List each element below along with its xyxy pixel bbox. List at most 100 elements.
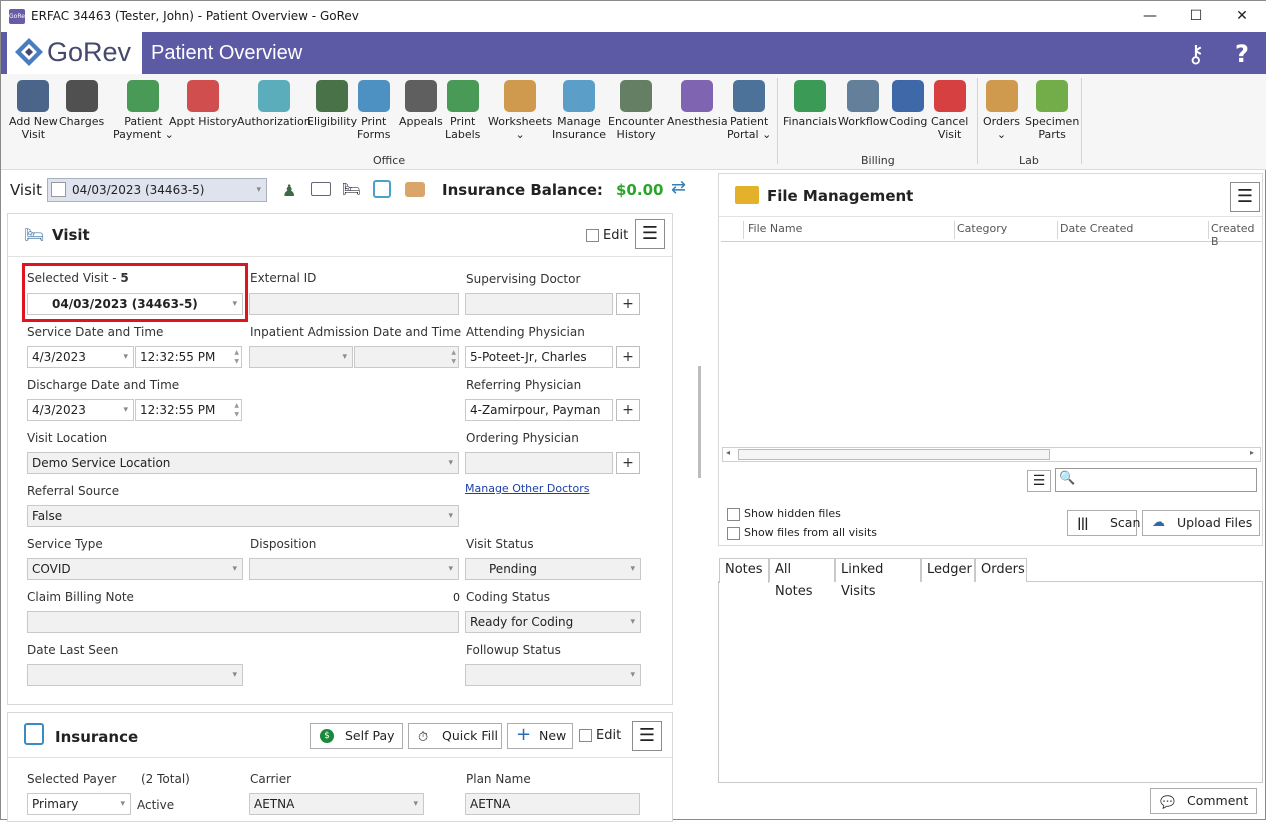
add-new-visit-button[interactable]: Add New Visit: [9, 80, 58, 141]
appt-history-button[interactable]: Appt History: [169, 80, 237, 128]
self-pay-button[interactable]: $ Self Pay: [310, 723, 403, 749]
orders-button[interactable]: Orders ⌄: [983, 80, 1020, 141]
notes-tab[interactable]: All Notes: [769, 558, 835, 599]
eligibility-button[interactable]: Eligibility: [307, 80, 357, 128]
notes-tab[interactable]: Linked Visits: [835, 558, 921, 599]
syringe-icon: [681, 80, 714, 112]
notes-tab[interactable]: Orders: [975, 558, 1027, 582]
bed-icon[interactable]: 🛏: [342, 180, 361, 198]
authorization-button[interactable]: Authorization: [237, 80, 311, 128]
encounter-history-button[interactable]: Encounter History: [608, 80, 664, 141]
followup-label: Followup Status: [466, 643, 561, 657]
group-billing: Billing: [861, 154, 895, 167]
print-labels-button[interactable]: Print Labels: [445, 80, 480, 141]
service-date-input[interactable]: 4/3/2023: [27, 346, 134, 368]
discharge-date-input[interactable]: 4/3/2023: [27, 399, 134, 421]
add-attending-button[interactable]: +: [616, 346, 640, 368]
visit-menu-button[interactable]: ☰: [635, 219, 665, 249]
insurance-edit-checkbox[interactable]: Edit: [579, 728, 621, 743]
discharge-time-input[interactable]: 12:32:55 PM ▲ ▼: [135, 399, 242, 421]
add-referring-button[interactable]: +: [616, 399, 640, 421]
attending-label: Attending Physician: [466, 325, 585, 339]
workflow-button[interactable]: Workflow: [838, 80, 889, 128]
anesthesia-button[interactable]: Anesthesia: [667, 80, 728, 128]
new-insurance-button[interactable]: + New: [507, 723, 573, 749]
inpatient-time-input[interactable]: ▲ ▼: [354, 346, 459, 368]
visit-selector[interactable]: 04/03/2023 (34463-5): [47, 178, 267, 202]
discharge-label: Discharge Date and Time: [27, 378, 180, 392]
add-visit-icon: [17, 80, 50, 112]
claim-note-input[interactable]: [27, 611, 459, 633]
maximize-button[interactable]: ☐: [1173, 1, 1219, 32]
coding-button[interactable]: Coding: [889, 80, 927, 128]
payer-dropdown[interactable]: Primary: [27, 793, 131, 815]
file-column-header[interactable]: Date Created: [1060, 222, 1133, 235]
print-forms-button[interactable]: Print Forms: [357, 80, 390, 141]
wallet-icon[interactable]: [405, 182, 425, 197]
worksheets-button[interactable]: Worksheets ⌄: [488, 80, 552, 141]
file-column-header[interactable]: Category: [957, 222, 1007, 235]
financials-button[interactable]: Financials: [783, 80, 837, 128]
ribbon-label: Specimen Parts: [1025, 115, 1080, 141]
scan-button[interactable]: ||| Scan: [1067, 510, 1140, 536]
patient-payment-button[interactable]: Patient Payment ⌄: [113, 80, 174, 141]
patient-portal-button[interactable]: Patient Portal ⌄: [727, 80, 771, 141]
ordering-input[interactable]: [465, 452, 613, 474]
doctor-icon[interactable]: ♟: [282, 181, 296, 200]
quick-fill-button[interactable]: ⏱ Quick Fill: [408, 723, 502, 749]
hscroll-thumb[interactable]: [738, 449, 1050, 460]
file-column-header[interactable]: File Name: [748, 222, 802, 235]
add-supervising-button[interactable]: +: [616, 293, 640, 315]
file-list-options-button[interactable]: ☰: [1027, 470, 1051, 492]
payer-label: Selected Payer: [27, 772, 117, 786]
insurance-menu-button[interactable]: ☰: [632, 721, 662, 751]
ribbon-label: Patient Portal ⌄: [727, 115, 772, 141]
upload-files-button[interactable]: ☁ Upload Files: [1142, 510, 1260, 536]
show-hidden-checkbox[interactable]: Show hidden files: [727, 507, 841, 521]
person-check-icon: [316, 80, 349, 112]
inpatient-date-input[interactable]: [249, 346, 353, 368]
close-button[interactable]: ✕: [1219, 1, 1265, 32]
file-column-header[interactable]: Created B: [1211, 222, 1265, 248]
splitter-handle[interactable]: [698, 366, 701, 478]
location-dropdown[interactable]: Demo Service Location: [27, 452, 459, 474]
specimen-parts-button[interactable]: Specimen Parts: [1025, 80, 1079, 141]
comment-button[interactable]: 💬 Comment: [1150, 788, 1257, 814]
carrier-dropdown[interactable]: AETNA: [249, 793, 424, 815]
file-search-input[interactable]: 🔍: [1055, 468, 1257, 492]
service-time-input[interactable]: 12:32:55 PM ▲ ▼: [135, 346, 242, 368]
coding-status-dropdown[interactable]: Ready for Coding: [465, 611, 641, 633]
external-id-input[interactable]: [249, 293, 459, 315]
refresh-icon[interactable]: ⇄: [671, 177, 686, 198]
manage-doctors-link[interactable]: Manage Other Doctors: [465, 482, 589, 495]
notes-tab[interactable]: Ledger: [921, 558, 975, 582]
disposition-dropdown[interactable]: [249, 558, 459, 580]
file-grid-hscrollbar[interactable]: ◂ ▸: [722, 447, 1261, 462]
id-card-icon[interactable]: [311, 182, 331, 196]
service-type-dropdown[interactable]: COVID: [27, 558, 243, 580]
show-all-checkbox[interactable]: Show files from all visits: [727, 526, 877, 540]
supervising-input[interactable]: [465, 293, 613, 315]
keys-icon[interactable]: ⚷: [1187, 40, 1205, 68]
visit-edit-checkbox[interactable]: Edit: [586, 228, 628, 243]
selected-visit-label: Selected Visit - 5: [27, 271, 129, 285]
file-menu-button[interactable]: ☰: [1230, 182, 1260, 212]
manage-insurance-button[interactable]: Manage Insurance: [552, 80, 606, 141]
visit-status-dropdown[interactable]: Pending: [465, 558, 641, 580]
add-ordering-button[interactable]: +: [616, 452, 640, 474]
attending-input[interactable]: 5-Poteet-Jr, Charles: [465, 346, 613, 368]
plan-input[interactable]: AETNA: [465, 793, 640, 815]
referring-input[interactable]: 4-Zamirpour, Payman: [465, 399, 613, 421]
notes-tab[interactable]: Notes: [719, 558, 769, 583]
worksheet-icon: [504, 80, 537, 112]
selected-visit-dropdown[interactable]: 04/03/2023 (34463-5): [27, 293, 243, 315]
followup-dropdown[interactable]: [465, 664, 641, 686]
charges-button[interactable]: Charges: [59, 80, 104, 128]
insurance-icon[interactable]: [373, 180, 391, 198]
last-seen-dropdown[interactable]: [27, 664, 243, 686]
cancel-visit-button[interactable]: Cancel Visit: [931, 80, 968, 141]
appeals-button[interactable]: Appeals: [399, 80, 443, 128]
minimize-button[interactable]: —: [1127, 1, 1173, 32]
referral-dropdown[interactable]: False: [27, 505, 459, 527]
help-icon[interactable]: ?: [1235, 40, 1249, 68]
